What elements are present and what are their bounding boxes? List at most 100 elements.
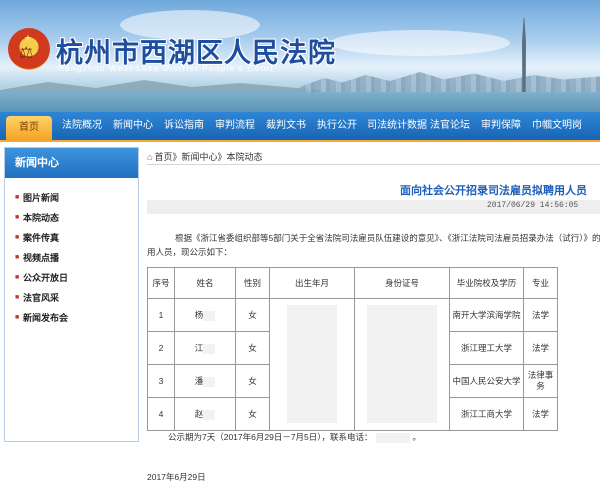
divider (147, 164, 600, 165)
notice-line: 公示期为7天（2017年6月29日－7月5日），联系电话： 。 (168, 431, 421, 443)
cell-no: 3 (147, 364, 175, 398)
nav-item-court-overview[interactable]: 法院概况 (62, 112, 102, 140)
cell-name: 杨 (174, 298, 236, 332)
paragraph-line: 根据《浙江省委组织部等5部门关于全省法院司法雇员队伍建设的意见》、《浙江法院司法… (175, 233, 600, 243)
article-title: 面向社会公开招录司法雇员拟聘用人员 (400, 185, 587, 197)
redaction (203, 409, 216, 420)
cell-no: 1 (147, 298, 175, 332)
sidebar-item-press-conference[interactable]: ■ 新闻发布会 (5, 308, 138, 328)
cell-school: 中国人民公安大学 (449, 364, 524, 398)
article-paragraph: 根据《浙江省委组织部等5部门关于全省法院司法雇员队伍建设的意见》、《浙江法院司法… (147, 231, 600, 259)
column-header-no: 序号 (147, 267, 175, 299)
table-header-row: 序号 姓名 性别 出生年月 身份证号 毕业院校及学历 专业 (147, 267, 558, 299)
sidebar-item-label: 案件传真 (23, 233, 60, 243)
column-header-major: 专业 (523, 267, 558, 299)
signature-date: 2017年6月29日 (147, 472, 206, 482)
sidebar-item-video[interactable]: ■ 视频点播 (5, 248, 138, 268)
bullet-icon: ■ (15, 294, 20, 301)
cell-gender: 女 (235, 397, 270, 431)
column-header-birth: 出生年月 (269, 267, 355, 299)
sidebar-item-court-news[interactable]: ■ 本院动态 (5, 208, 138, 228)
bullet-icon: ■ (15, 194, 20, 201)
sidebar: 新闻中心 ■ 图片新闻 ■ 本院动态 ■ 案件传真 ■ 视频点播 ■ 公众开放日 ■ 法官风… (4, 147, 139, 442)
name-text: 杨 (194, 310, 204, 320)
article-datetime: 2017/06/29 14:56:05 (487, 201, 579, 210)
notice-contact-label: 联系电话： (330, 432, 373, 442)
cell-gender: 女 (235, 298, 270, 332)
scale-icon: ⚖ (19, 43, 34, 62)
header-banner: ★ ⚖ 杭州市西湖区人民法院 Hangzhou West Lake Distri… (0, 0, 600, 112)
bullet-icon: ■ (15, 254, 20, 261)
redaction (203, 343, 216, 354)
cell-name: 江 (174, 331, 236, 365)
cell-no: 2 (147, 331, 175, 365)
table-row: 1 杨 女 南开大学滨海学院 法学 (147, 298, 558, 431)
nav-item-women-post[interactable]: 巾帼文明岗 (532, 112, 582, 140)
sidebar-item-label: 图片新闻 (23, 193, 60, 203)
breadcrumb-current[interactable]: 本院动态 (227, 152, 263, 162)
cell-id-redacted (354, 298, 450, 431)
breadcrumb-separator: 》 (217, 152, 227, 162)
redaction (367, 304, 437, 423)
sidebar-item-label: 法官风采 (23, 293, 60, 303)
court-emblem-icon[interactable]: ★ ⚖ (8, 28, 50, 70)
sidebar-title: 新闻中心 (5, 148, 138, 178)
candidates-table: 序号 姓名 性别 出生年月 身份证号 毕业院校及学历 专业 1 杨 女 南开大学… (147, 267, 558, 431)
paragraph-line: 用人员，现公示如下： (147, 247, 233, 257)
article-meta-bar: 2017/06/29 14:56:05 (147, 200, 600, 214)
nav-item-litigation-guide[interactable]: 诉讼指南 (164, 112, 204, 140)
sidebar-item-case-fax[interactable]: ■ 案件传真 (5, 228, 138, 248)
nav-item-statistics[interactable]: 司法统计数据 (367, 112, 427, 140)
sidebar-item-open-day[interactable]: ■ 公众开放日 (5, 268, 138, 288)
breadcrumb: ⌂ 首页》新闻中心》本院动态 (147, 150, 263, 163)
cell-major: 法学 (523, 397, 558, 431)
nav-item-enforcement[interactable]: 执行公开 (317, 112, 357, 140)
cell-major: 法学 (523, 331, 558, 365)
breadcrumb-home[interactable]: 首页 (154, 152, 172, 162)
nav-item-trial-support[interactable]: 审判保障 (481, 112, 521, 140)
notice-end: 。 (412, 432, 422, 442)
main-nav: 首页 法院概况 新闻中心 诉讼指南 审判流程 裁判文书 执行公开 司法统计数据 … (0, 112, 600, 142)
redaction (203, 376, 216, 387)
sidebar-item-label: 新闻发布会 (23, 313, 69, 323)
name-text: 赵 (194, 409, 204, 419)
cell-school: 南开大学滨海学院 (449, 298, 524, 332)
sidebar-item-label: 本院动态 (23, 213, 60, 223)
notice-period: 公示期为7天（2017年6月29日－7月5日）， (168, 432, 331, 442)
bullet-icon: ■ (15, 214, 20, 221)
cell-name: 赵 (174, 397, 236, 431)
sidebar-list: ■ 图片新闻 ■ 本院动态 ■ 案件传真 ■ 视频点播 ■ 公众开放日 ■ 法官风采 ■ 新闻… (5, 188, 138, 328)
sidebar-item-label: 视频点播 (23, 253, 60, 263)
sidebar-item-photo-news[interactable]: ■ 图片新闻 (5, 188, 138, 208)
cell-gender: 女 (235, 364, 270, 398)
cell-school: 浙江工商大学 (449, 397, 524, 431)
column-header-school: 毕业院校及学历 (449, 267, 524, 299)
column-header-id: 身份证号 (354, 267, 450, 299)
cell-major: 法律事务 (523, 364, 558, 398)
breadcrumb-news-center[interactable]: 新闻中心 (181, 152, 217, 162)
name-text: 潘 (194, 376, 204, 386)
lake-decoration (0, 92, 600, 112)
nav-item-judgments[interactable]: 裁判文书 (266, 112, 306, 140)
site-subtitle: Hangzhou West Lake District People's Cou… (58, 64, 275, 73)
bullet-icon: ■ (15, 314, 20, 321)
redaction (287, 304, 337, 423)
nav-item-news-center[interactable]: 新闻中心 (113, 112, 153, 140)
sidebar-item-judges-style[interactable]: ■ 法官风采 (5, 288, 138, 308)
cloud-decoration (330, 30, 510, 56)
cell-no: 4 (147, 397, 175, 431)
cell-birth-redacted (269, 298, 355, 431)
cell-gender: 女 (235, 331, 270, 365)
column-header-name: 姓名 (174, 267, 236, 299)
home-icon: ⌂ (147, 152, 153, 162)
name-text: 江 (194, 343, 204, 353)
cell-major: 法学 (523, 298, 558, 332)
nav-item-judges-forum[interactable]: 法官论坛 (430, 112, 470, 140)
bullet-icon: ■ (15, 274, 20, 281)
bullet-icon: ■ (15, 234, 20, 241)
sidebar-item-label: 公众开放日 (23, 273, 69, 283)
nav-item-home[interactable]: 首页 (6, 116, 52, 140)
redaction (203, 310, 216, 321)
phone-redaction (375, 432, 410, 443)
nav-item-trial-process[interactable]: 审判流程 (215, 112, 255, 140)
